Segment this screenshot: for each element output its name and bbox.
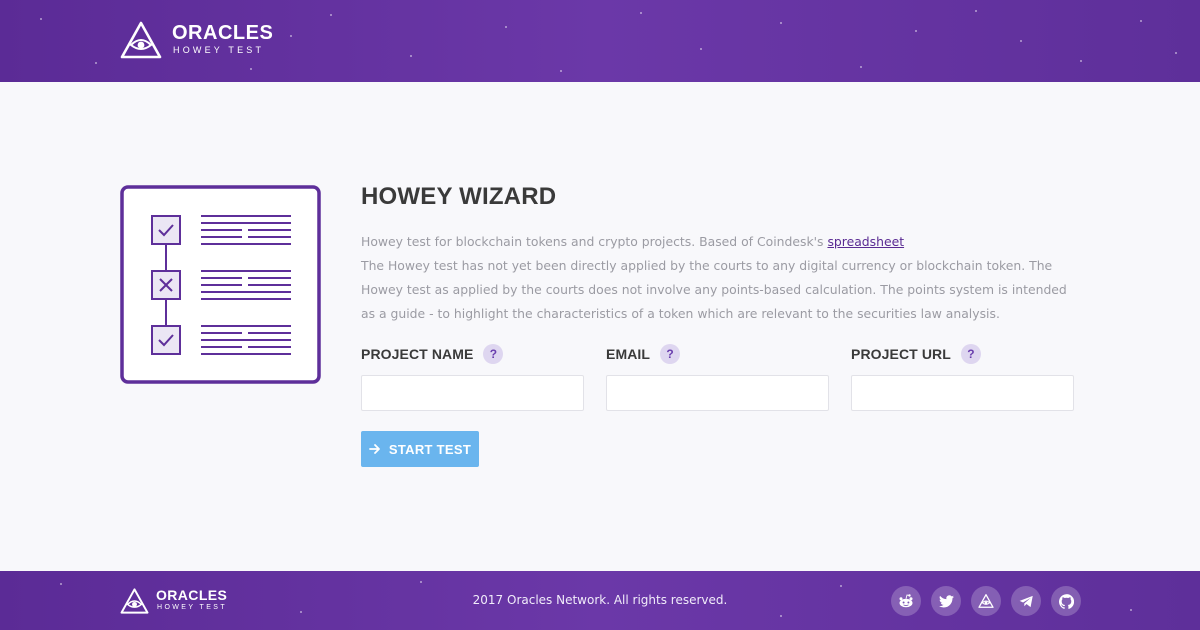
project-name-field-group: PROJECT NAME ? — [361, 343, 584, 411]
oracles-link[interactable] — [971, 586, 1001, 616]
github-icon — [1058, 593, 1074, 609]
site-header: ORACLES HOWEY TEST — [0, 0, 1200, 82]
email-help-icon[interactable]: ? — [660, 344, 681, 364]
project-name-help-icon[interactable]: ? — [483, 344, 504, 364]
project-url-help-icon[interactable]: ? — [960, 344, 981, 364]
project-name-input[interactable] — [361, 375, 584, 411]
twitter-icon — [938, 594, 954, 607]
reddit-icon — [899, 594, 913, 608]
social-links — [891, 586, 1091, 616]
project-url-input[interactable] — [851, 375, 1074, 411]
wizard-description: Howey test for blockchain tokens and cry… — [361, 230, 1076, 326]
arrow-right-icon — [368, 443, 381, 455]
oracles-icon — [978, 594, 994, 608]
email-field-group: EMAIL ? — [606, 343, 829, 411]
disclaimer-text: The Howey test has not yet been directly… — [361, 258, 1067, 321]
checklist-icon — [120, 185, 321, 384]
start-test-button[interactable]: START TEST — [361, 431, 479, 467]
project-name-label: PROJECT NAME — [361, 346, 474, 362]
oracles-eye-triangle-icon — [120, 21, 162, 59]
email-label: EMAIL — [606, 346, 651, 362]
telegram-icon — [1019, 595, 1033, 607]
project-url-field-group: PROJECT URL ? — [851, 343, 1074, 411]
header-logo[interactable]: ORACLES HOWEY TEST — [120, 21, 273, 59]
spreadsheet-link[interactable]: spreadsheet — [827, 234, 904, 249]
brand-name: ORACLES — [172, 22, 274, 44]
reddit-link[interactable] — [891, 586, 921, 616]
intro-text: Howey test for blockchain tokens and cry… — [361, 234, 824, 249]
brand-subtitle: HOWEY TEST — [173, 45, 265, 55]
github-link[interactable] — [1051, 586, 1081, 616]
start-test-label: START TEST — [388, 441, 472, 457]
telegram-link[interactable] — [1011, 586, 1041, 616]
project-url-label: PROJECT URL — [851, 346, 951, 362]
page-title: HOWEY WIZARD — [361, 183, 557, 210]
wizard-panel: HOWEY WIZARD Howey test for blockchain t… — [361, 183, 1076, 467]
twitter-link[interactable] — [931, 586, 961, 616]
email-input[interactable] — [606, 375, 829, 411]
